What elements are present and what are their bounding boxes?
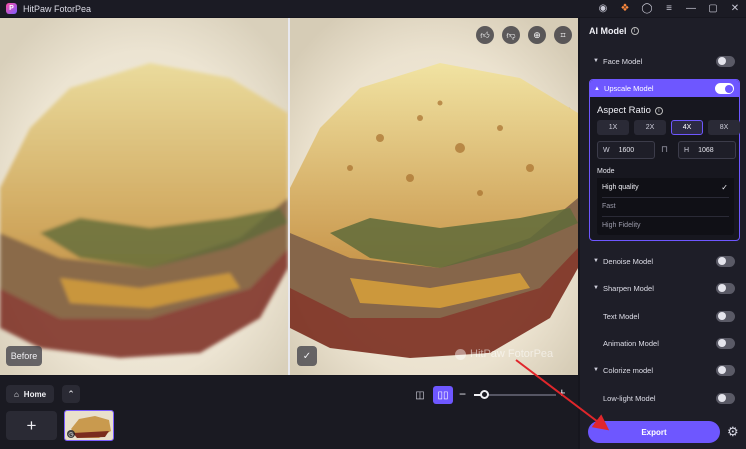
before-image (0, 18, 288, 375)
sharpen-model-label: Sharpen Model (603, 283, 654, 293)
export-button[interactable]: Export (588, 421, 720, 443)
image-viewer: Before ✓ HitPaw FotorPea 👍︎ 👎︎ ⊕ ⌗ (0, 18, 578, 375)
settings-gear-icon[interactable]: ⚙ (727, 424, 739, 440)
home-button[interactable]: ⌂ Home (6, 385, 54, 403)
width-key: W (603, 146, 610, 154)
upscale-model-toggle[interactable] (715, 83, 734, 94)
height-key: H (684, 146, 690, 154)
single-view-icon[interactable]: ◫ (412, 387, 428, 403)
text-model-toggle[interactable] (716, 310, 735, 322)
colorize-model-row[interactable]: ▼ Colorize model (580, 360, 746, 380)
animation-model-row[interactable]: Animation Model (580, 333, 746, 353)
aspect-ratio-text: Aspect Ratio (597, 105, 651, 116)
scale-1x-button[interactable]: 1X (597, 120, 629, 135)
colorize-model-label: Colorize model (603, 365, 654, 375)
home-label: Home (23, 389, 47, 399)
collapse-up-button[interactable]: ⌃ (62, 385, 80, 403)
mode-list: High quality ✓ Fast High Fidelity (597, 178, 734, 235)
mode-option-label: High quality (602, 184, 639, 191)
after-pane: ✓ HitPaw FotorPea 👍︎ 👎︎ ⊕ ⌗ (290, 18, 578, 375)
caret-down-icon: ▼ (593, 58, 599, 64)
watermark: HitPaw FotorPea (455, 348, 553, 360)
caret-down-icon: ▼ (593, 367, 599, 373)
sharpen-model-toggle[interactable] (716, 282, 735, 294)
text-model-label: Text Model (603, 311, 640, 321)
discord-icon[interactable]: ◉ (592, 0, 614, 17)
image-thumbnail[interactable]: ◷ (64, 410, 114, 441)
mode-option-label: High Fidelity (602, 222, 641, 229)
app-title: HitPaw FotorPea (23, 3, 92, 14)
aspect-info-icon[interactable]: i (654, 106, 663, 115)
info-icon[interactable]: i (630, 27, 639, 35)
watermark-text: HitPaw FotorPea (470, 348, 554, 360)
denoise-model-label: Denoise Model (603, 256, 654, 266)
scale-2x-button[interactable]: 2X (634, 120, 666, 135)
thumbnail-status-icon: ◷ (67, 430, 75, 438)
after-image (290, 18, 578, 375)
face-model-row[interactable]: ▼ Face Model (580, 51, 746, 71)
account-icon[interactable]: ◯ (636, 0, 658, 17)
title-bar: P HitPaw FotorPea ◉ ❖ ◯ ≡ — ▢ ✕ (0, 0, 746, 17)
lock-icon[interactable]: ⊓ (661, 144, 668, 155)
colorize-model-toggle[interactable] (716, 364, 735, 376)
thumbs-up-icon[interactable]: 👍︎ (476, 26, 494, 44)
before-badge: Before (6, 346, 42, 366)
panel-title-text: AI Model (589, 26, 627, 36)
face-model-toggle[interactable] (716, 55, 735, 67)
width-value: 1600 (618, 146, 635, 154)
caret-up-icon: ▲ (594, 85, 600, 92)
caret-down-icon: ▼ (593, 258, 599, 264)
close-icon[interactable]: ✕ (724, 0, 746, 17)
lowlight-model-row[interactable]: Low-light Model (580, 388, 746, 408)
animation-model-toggle[interactable] (716, 337, 735, 349)
scale-options: 1X 2X 4X 8X (597, 120, 740, 135)
mode-label: Mode (597, 168, 615, 175)
mode-option-fast[interactable]: Fast (597, 197, 734, 216)
app-logo-icon: P (6, 3, 17, 14)
caret-down-icon: ▼ (593, 285, 599, 291)
crop-icon[interactable]: ⌗ (554, 26, 572, 44)
upscale-model-label: Upscale Model (603, 84, 654, 93)
apply-check-badge[interactable]: ✓ (297, 346, 317, 366)
bottom-bar: ⌂ Home ⌃ + ◷ ◫ ▯▯ − + (0, 376, 578, 449)
height-value: 1068 (698, 146, 714, 154)
denoise-model-row[interactable]: ▼ Denoise Model (580, 251, 746, 271)
zoom-icon[interactable]: ⊕ (528, 26, 546, 44)
home-icon: ⌂ (13, 389, 19, 399)
upscale-model-section: ▲ Upscale Model Aspect Ratio i 1X 2X 4X … (589, 79, 740, 241)
zoom-in-button[interactable]: + (558, 385, 566, 400)
panel-title: AI Model i (589, 26, 639, 36)
mode-option-label: Fast (602, 203, 616, 210)
gift-icon[interactable]: ❖ (614, 0, 636, 17)
width-field[interactable]: W 1600 (597, 141, 655, 159)
zoom-out-button[interactable]: − (459, 387, 466, 401)
height-field[interactable]: H 1068 (678, 141, 736, 159)
denoise-model-toggle[interactable] (716, 255, 735, 267)
menu-icon[interactable]: ≡ (658, 0, 680, 17)
zoom-slider[interactable] (474, 390, 556, 399)
face-model-label: Face Model (603, 56, 643, 66)
chevron-up-icon: ⌃ (67, 388, 75, 399)
scale-8x-button[interactable]: 8X (708, 120, 740, 135)
checkmark-icon: ✓ (721, 183, 728, 192)
zoom-slider-knob[interactable] (480, 390, 489, 399)
maximize-icon[interactable]: ▢ (702, 0, 724, 17)
thumbs-down-icon[interactable]: 👎︎ (502, 26, 520, 44)
upscale-model-header[interactable]: ▲ Upscale Model (590, 80, 739, 97)
mode-option-high-quality[interactable]: High quality ✓ (597, 178, 734, 197)
add-image-button[interactable]: + (6, 411, 57, 440)
lowlight-model-label: Low-light Model (603, 393, 656, 403)
sharpen-model-row[interactable]: ▼ Sharpen Model (580, 278, 746, 298)
scale-4x-button[interactable]: 4X (671, 120, 703, 135)
text-model-row[interactable]: Text Model (580, 306, 746, 326)
ai-model-panel: AI Model i ▼ Face Model ▲ Upscale Model … (580, 18, 746, 449)
lowlight-model-toggle[interactable] (716, 392, 735, 404)
mode-option-high-fidelity[interactable]: High Fidelity (597, 216, 734, 235)
aspect-ratio-title: Aspect Ratio i (597, 105, 663, 116)
split-view-icon[interactable]: ▯▯ (433, 386, 453, 404)
watermark-logo-icon (455, 348, 466, 360)
before-pane: Before (0, 18, 288, 375)
minimize-icon[interactable]: — (680, 0, 702, 17)
animation-model-label: Animation Model (603, 338, 659, 348)
